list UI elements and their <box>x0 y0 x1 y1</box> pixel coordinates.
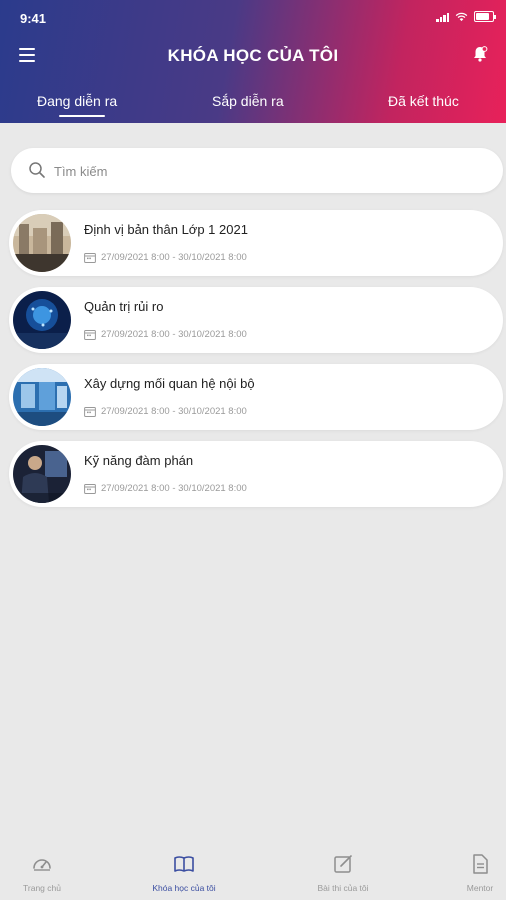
search-bar[interactable] <box>11 148 503 193</box>
course-date: 27/09/2021 8:00 - 30/10/2021 8:00 <box>101 406 247 417</box>
tab-upcoming[interactable]: Sắp diễn ra <box>212 93 284 109</box>
tab-ongoing[interactable]: Đang diễn ra <box>37 93 117 109</box>
bell-icon <box>474 46 488 62</box>
status-icons <box>436 11 496 22</box>
tab-bar: Đang diễn ra Sắp diễn ra Đã kết thúc <box>0 88 506 123</box>
status-time: 9:41 <box>20 11 47 26</box>
search-input[interactable] <box>52 160 476 182</box>
document-icon <box>473 854 488 874</box>
book-icon <box>174 856 194 872</box>
signal-icon <box>436 12 449 22</box>
course-date: 27/09/2021 8:00 - 30/10/2021 8:00 <box>101 329 247 340</box>
course-date: 27/09/2021 8:00 - 30/10/2021 8:00 <box>101 483 247 494</box>
course-thumbnail <box>13 291 71 349</box>
bottom-nav: Trang chủ Khóa học của tôi Bài thi của t… <box>0 840 506 900</box>
nav-home[interactable]: Trang chủ <box>0 840 102 900</box>
notification-button[interactable] <box>471 45 489 63</box>
course-schedule: 27/09/2021 8:00 - 30/10/2021 8:00 <box>84 406 247 417</box>
wifi-icon <box>455 12 468 21</box>
course-thumbnail <box>13 368 71 426</box>
course-card[interactable]: Kỹ năng đàm phán 27/09/2021 8:00 - 30/10… <box>9 441 503 507</box>
course-schedule: 27/09/2021 8:00 - 30/10/2021 8:00 <box>84 329 247 340</box>
app-header: 9:41 KHÓA HỌC CỦA TÔI Đang diễn ra Sắp d… <box>0 0 506 123</box>
calendar-icon <box>84 253 96 263</box>
course-card[interactable]: Định vị bản thân Lớp 1 2021 27/09/2021 8… <box>9 210 503 276</box>
course-schedule: 27/09/2021 8:00 - 30/10/2021 8:00 <box>84 483 247 494</box>
course-title: Định vị bản thân Lớp 1 2021 <box>84 222 248 237</box>
dashboard-icon <box>33 859 51 871</box>
course-thumbnail <box>13 445 71 503</box>
course-list: Định vị bản thân Lớp 1 2021 27/09/2021 8… <box>9 210 503 518</box>
course-title: Xây dựng mối quan hệ nội bộ <box>84 376 255 391</box>
nav-label: Mentor <box>466 883 494 893</box>
nav-label: Bài thi của tôi <box>317 883 369 893</box>
nav-label: Trang chủ <box>23 883 61 893</box>
calendar-icon <box>84 484 96 494</box>
active-tab-indicator <box>59 115 105 117</box>
course-schedule: 27/09/2021 8:00 - 30/10/2021 8:00 <box>84 252 247 263</box>
page-title: KHÓA HỌC CỦA TÔI <box>167 46 339 65</box>
course-date: 27/09/2021 8:00 - 30/10/2021 8:00 <box>101 252 247 263</box>
course-card[interactable]: Quản trị rủi ro 27/09/2021 8:00 - 30/10/… <box>9 287 503 353</box>
search-icon <box>29 162 45 178</box>
nav-my-exams[interactable]: Bài thi của tôi <box>283 840 403 900</box>
course-title: Quản trị rủi ro <box>84 299 164 314</box>
edit-icon <box>334 855 352 873</box>
course-thumbnail <box>13 214 71 272</box>
tab-finished[interactable]: Đã kết thúc <box>388 93 459 109</box>
course-card[interactable]: Xây dựng mối quan hệ nội bộ 27/09/2021 8… <box>9 364 503 430</box>
status-bar: 9:41 <box>0 0 506 36</box>
nav-my-courses[interactable]: Khóa học của tôi <box>124 840 244 900</box>
course-title: Kỹ năng đàm phán <box>84 453 194 468</box>
calendar-icon <box>84 330 96 340</box>
nav-mentor[interactable]: Mentor <box>420 840 506 900</box>
battery-icon <box>474 11 496 22</box>
calendar-icon <box>84 407 96 417</box>
nav-label: Khóa học của tôi <box>152 883 216 893</box>
